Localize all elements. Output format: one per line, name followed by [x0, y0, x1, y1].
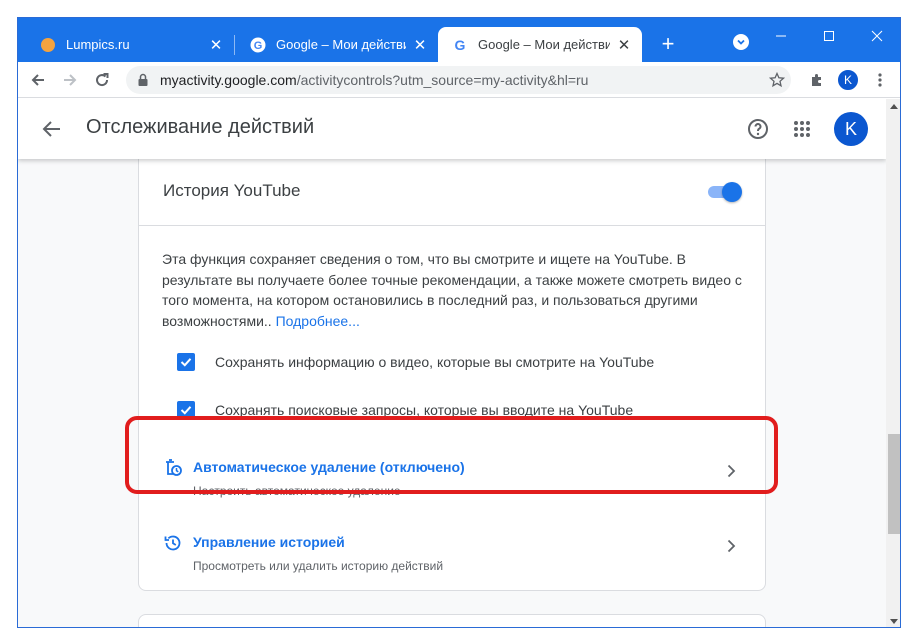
reload-button[interactable]	[88, 66, 116, 94]
title-bar: Lumpics.ru ✕ G Google – Мои действия ✕ G…	[18, 18, 900, 62]
forward-button[interactable]	[56, 66, 84, 94]
browser-window: Lumpics.ru ✕ G Google – Мои действия ✕ G…	[17, 17, 901, 628]
manage-history-title: Управление историей	[193, 534, 345, 550]
extensions-button[interactable]	[803, 66, 831, 94]
lock-icon	[136, 73, 150, 87]
manage-history-subtitle: Просмотреть или удалить историю действий	[193, 559, 444, 573]
card-title: История YouTube	[163, 181, 301, 200]
url-host: myactivity.google.com	[160, 72, 297, 88]
scroll-down-arrow-icon[interactable]	[890, 619, 898, 624]
new-tab-button[interactable]: +	[654, 30, 682, 58]
auto-delete-icon	[163, 458, 183, 478]
checkbox[interactable]	[177, 353, 195, 371]
arrow-right-icon	[64, 74, 77, 86]
minimize-button[interactable]	[758, 22, 804, 50]
tab-search-button[interactable]	[733, 34, 749, 50]
history-icon	[163, 533, 183, 553]
tab-lumpics[interactable]: Lumpics.ru ✕	[26, 27, 234, 62]
scrollbar-thumb[interactable]	[888, 434, 900, 534]
back-arrow-icon[interactable]	[40, 117, 64, 141]
google-g-icon: G	[250, 37, 266, 53]
browser-toolbar: myactivity.google.com/activitycontrols?u…	[18, 62, 900, 98]
scroll-up-arrow-icon[interactable]	[890, 104, 898, 109]
manage-history-row[interactable]: Управление историей Просмотреть или удал…	[139, 517, 765, 585]
maximize-button[interactable]	[806, 22, 852, 50]
checkmark-icon	[180, 406, 192, 415]
tab-title: Lumpics.ru	[66, 37, 130, 52]
bookmark-star-icon[interactable]	[763, 72, 791, 88]
learn-more-link[interactable]: Подробнее...	[276, 313, 360, 329]
checkbox-watched-videos[interactable]: Сохранять информацию о видео, которые вы…	[177, 351, 654, 373]
page-title: Отслеживание действий	[86, 116, 315, 138]
account-avatar[interactable]: K	[834, 112, 868, 146]
tab-my-activity[interactable]: G Google – Мои действия ✕	[236, 27, 438, 62]
reload-icon	[96, 73, 109, 87]
checkbox-label: Сохранять поисковые запросы, которые вы …	[215, 402, 634, 418]
vertical-scrollbar[interactable]	[886, 99, 900, 627]
auto-delete-title: Автоматическое удаление (отключено)	[193, 459, 465, 475]
close-icon[interactable]: ✕	[616, 37, 632, 54]
checkbox[interactable]	[177, 401, 195, 419]
arrow-left-icon	[31, 74, 44, 86]
tab-my-activity-active[interactable]: G Google – Мои действия ✕	[438, 27, 642, 62]
lumpics-orange-circle-icon	[40, 37, 56, 53]
checkbox-search-queries[interactable]: Сохранять поисковые запросы, которые вы …	[177, 399, 633, 421]
auto-delete-row[interactable]: Автоматическое удаление (отключено) Наст…	[139, 442, 765, 510]
tab-title: Google – Мои действия	[478, 37, 610, 52]
svg-text:G: G	[254, 40, 263, 52]
tab-separator	[234, 35, 235, 55]
next-card	[138, 614, 766, 627]
puzzle-icon	[812, 74, 821, 86]
url-text: myactivity.google.com/activitycontrols?u…	[160, 72, 763, 88]
back-button[interactable]	[24, 66, 52, 94]
checkmark-icon	[180, 358, 192, 367]
avatar: K	[837, 69, 859, 91]
page-content: Отслеживание действий K История YouTube	[18, 99, 886, 627]
help-icon[interactable]	[746, 117, 770, 141]
svg-text:G: G	[455, 37, 466, 53]
tab-title: Google – Мои действия	[276, 37, 406, 52]
app-bar: Отслеживание действий K	[18, 99, 886, 159]
toggle-knob	[722, 182, 742, 202]
address-bar[interactable]: myactivity.google.com/activitycontrols?u…	[126, 66, 791, 94]
description-text: Эта функция сохраняет сведения о том, чт…	[162, 251, 742, 329]
close-icon[interactable]: ✕	[412, 37, 428, 54]
auto-delete-subtitle: Настроить автоматическое удаление	[193, 484, 401, 498]
chevron-right-icon	[722, 462, 740, 480]
close-window-button[interactable]	[854, 22, 900, 50]
card-description: Эта функция сохраняет сведения о том, чт…	[162, 249, 742, 331]
url-path: /activitycontrols?utm_source=my-activity…	[296, 72, 589, 88]
chevron-down-icon	[737, 39, 745, 45]
google-g-icon: G	[452, 37, 468, 53]
more-vert-icon	[878, 73, 882, 87]
youtube-history-card: История YouTube Эта функция сохраняет св…	[138, 139, 766, 591]
menu-button[interactable]	[866, 66, 894, 94]
profile-button[interactable]: K	[834, 66, 862, 94]
apps-grid-icon[interactable]	[790, 117, 814, 141]
history-toggle[interactable]	[706, 182, 742, 202]
close-icon[interactable]: ✕	[208, 37, 224, 54]
checkbox-label: Сохранять информацию о видео, которые вы…	[215, 354, 655, 370]
chevron-right-icon	[722, 537, 740, 555]
